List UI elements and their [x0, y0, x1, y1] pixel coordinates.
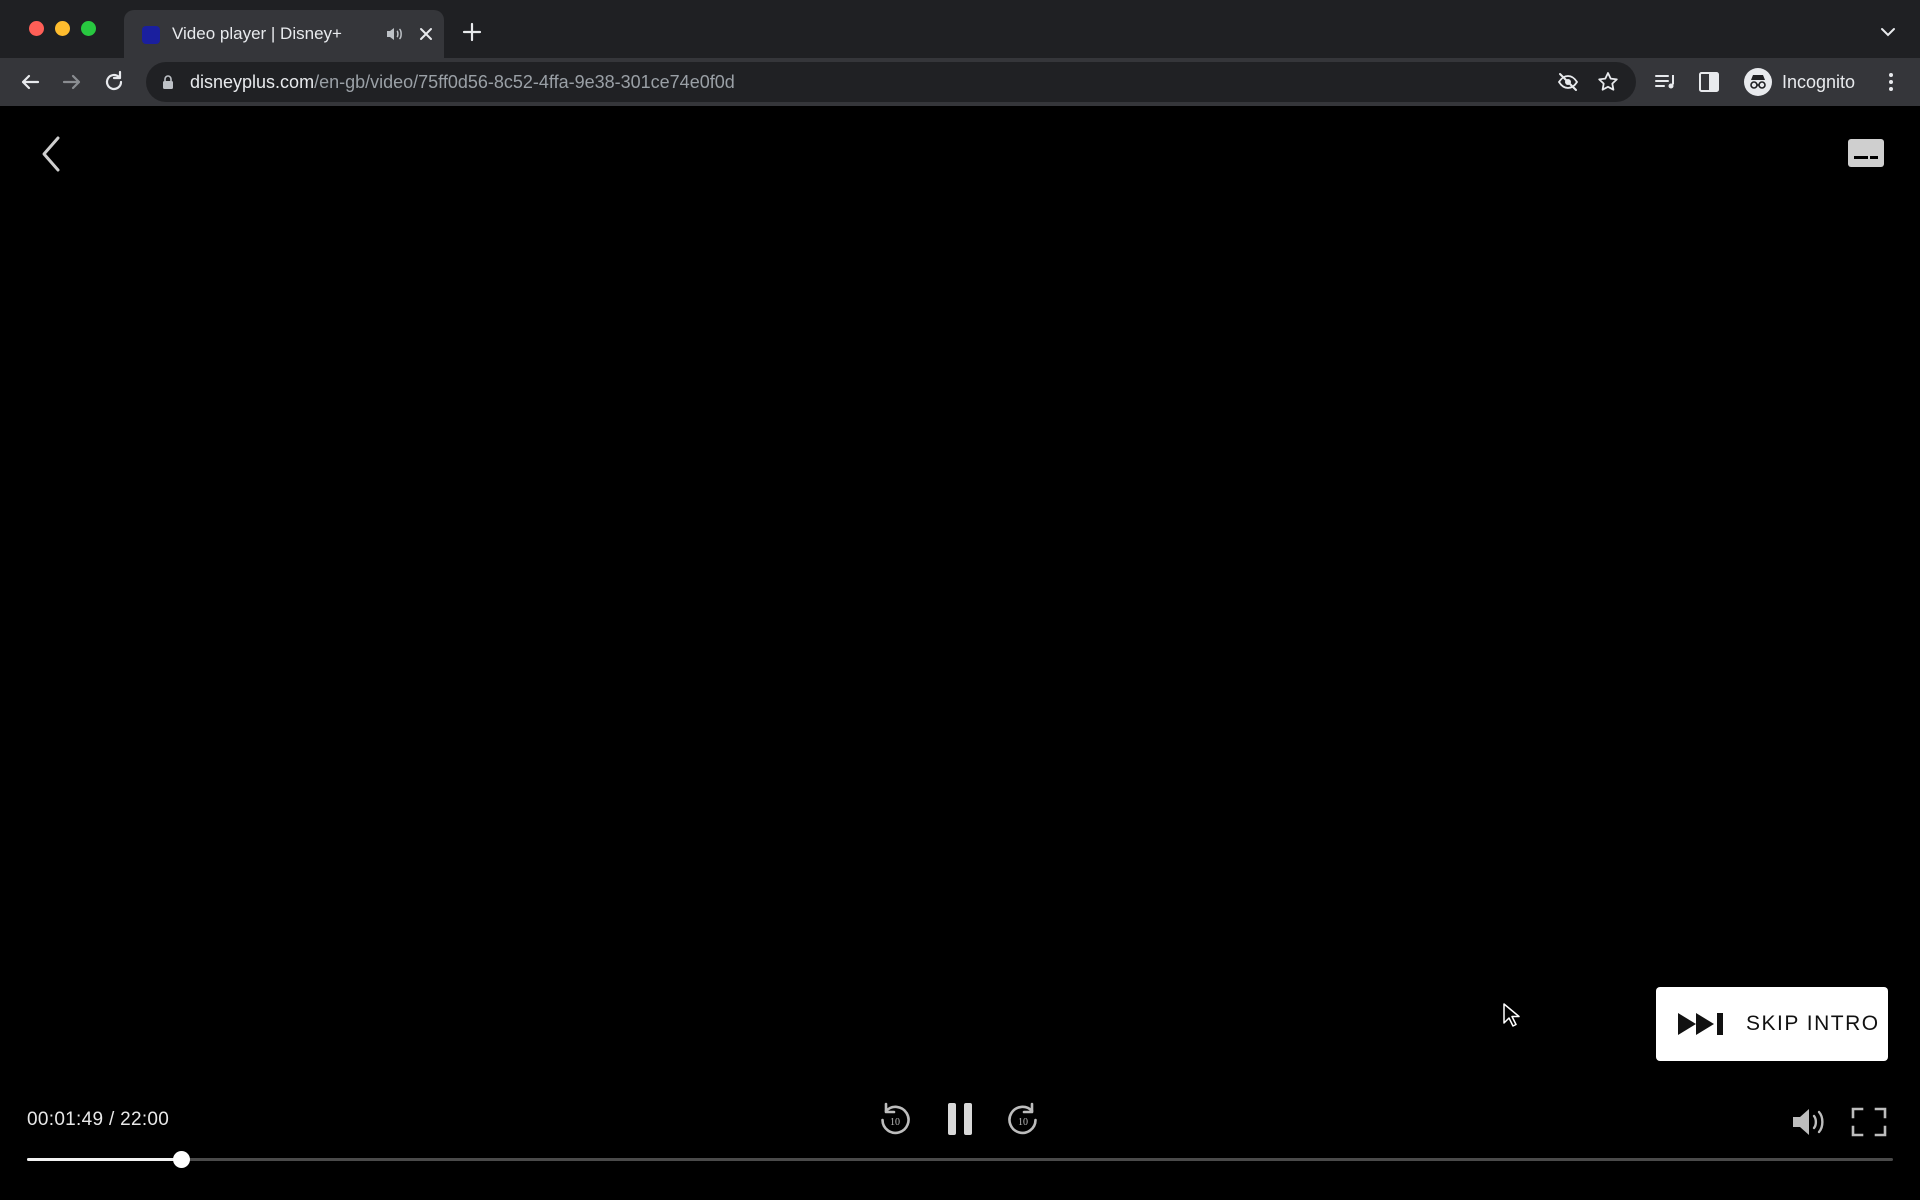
- subtitles-icon[interactable]: [1846, 136, 1886, 170]
- media-controls-icon[interactable]: [1652, 68, 1680, 96]
- url-path: /en-gb/video/75ff0d56-8c52-4ffa-9e38-301…: [314, 72, 735, 92]
- reload-icon[interactable]: [100, 68, 128, 96]
- fullscreen-icon[interactable]: [1850, 1106, 1888, 1138]
- browser-tab-active[interactable]: Video player | Disney+: [124, 10, 444, 58]
- side-panel-icon[interactable]: [1695, 68, 1723, 96]
- tab-close-icon[interactable]: [414, 22, 438, 46]
- tab-title: Video player | Disney+: [172, 24, 342, 43]
- incognito-profile-chip[interactable]: Incognito: [1738, 63, 1869, 101]
- url-text[interactable]: disneyplus.com/en-gb/video/75ff0d56-8c52…: [190, 72, 735, 93]
- bookmark-star-icon[interactable]: [1596, 70, 1620, 94]
- video-player[interactable]: SKIP INTRO 00:01:49 / 22:00 10 10: [0, 106, 1920, 1200]
- window-minimize-button[interactable]: [55, 21, 70, 36]
- incognito-icon: [1744, 68, 1772, 96]
- tab-audio-icon[interactable]: [384, 24, 404, 44]
- tracking-protection-eye-off-icon[interactable]: [1556, 70, 1580, 94]
- lock-icon[interactable]: [160, 74, 176, 90]
- tab-search-chevron-icon[interactable]: [1876, 20, 1900, 44]
- browser-tab-strip: Video player | Disney+: [0, 0, 1920, 58]
- forward-nav-icon[interactable]: [58, 68, 86, 96]
- chevron-left-icon[interactable]: [36, 130, 68, 178]
- rewind-seconds-label: 10: [890, 1117, 900, 1128]
- skip-forward-icon: [1678, 1013, 1723, 1035]
- back-nav-icon[interactable]: [16, 68, 44, 96]
- window-close-button[interactable]: [29, 21, 44, 36]
- forward-seconds-label: 10: [1018, 1117, 1028, 1128]
- disney-favicon-icon: [142, 26, 160, 44]
- volume-icon[interactable]: [1790, 1106, 1828, 1138]
- forward-10-icon[interactable]: 10: [1005, 1101, 1041, 1139]
- new-tab-icon[interactable]: [460, 20, 484, 44]
- pause-icon[interactable]: [944, 1099, 976, 1139]
- progress-bar[interactable]: [27, 1151, 1893, 1168]
- rewind-10-icon[interactable]: 10: [877, 1101, 913, 1139]
- progress-fill: [27, 1158, 182, 1161]
- window-maximize-button[interactable]: [81, 21, 96, 36]
- skip-intro-button[interactable]: SKIP INTRO: [1656, 987, 1888, 1061]
- mouse-cursor-icon: [1503, 1003, 1520, 1027]
- kebab-menu-icon[interactable]: [1877, 68, 1905, 96]
- address-bar[interactable]: disneyplus.com/en-gb/video/75ff0d56-8c52…: [146, 62, 1636, 102]
- url-host: disneyplus.com: [190, 72, 315, 92]
- incognito-label: Incognito: [1782, 71, 1856, 92]
- time-readout: 00:01:49 / 22:00: [27, 1109, 170, 1130]
- progress-scrubber-handle[interactable]: [173, 1151, 191, 1168]
- browser-toolbar: disneyplus.com/en-gb/video/75ff0d56-8c52…: [0, 58, 1920, 106]
- skip-intro-label: SKIP INTRO: [1746, 1012, 1880, 1035]
